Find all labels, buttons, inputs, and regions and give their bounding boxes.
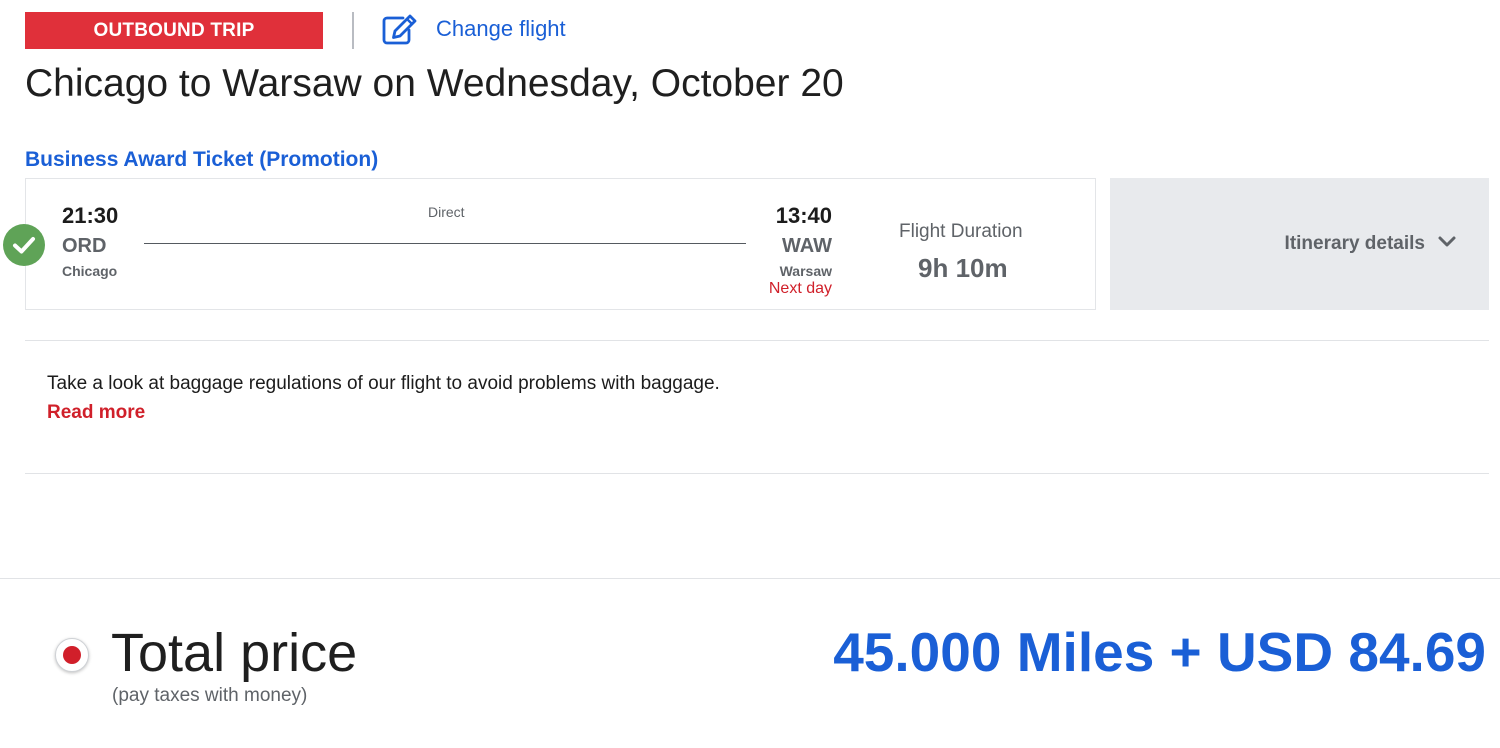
divider [0, 578, 1500, 579]
total-price-amount: 45.000 Miles + USD 84.69 [833, 621, 1486, 683]
edit-icon [381, 13, 419, 45]
itinerary-details-label: Itinerary details [1284, 233, 1425, 254]
check-circle-icon [3, 224, 45, 266]
route-line [144, 243, 746, 244]
itinerary-details-button[interactable]: Itinerary details [1110, 178, 1489, 310]
flight-duration-value: 9h 10m [918, 253, 1008, 283]
arrival-time: 13:40 [775, 203, 832, 228]
baggage-info-text: Take a look at baggage regulations of ou… [47, 373, 720, 394]
read-more-link[interactable]: Read more [47, 402, 145, 424]
next-day-note: Next day [768, 280, 832, 297]
chevron-down-icon [1437, 233, 1457, 255]
flight-card[interactable]: 21:30 ORD Chicago Direct 13:40 WAW Warsa… [25, 178, 1096, 310]
page-title: Chicago to Warsaw on Wednesday, October … [25, 62, 844, 105]
departure-time: 21:30 [62, 203, 119, 228]
departure-airport-code: ORD [62, 235, 107, 257]
total-price-radio[interactable] [55, 638, 89, 672]
arrival-airport-code: WAW [782, 235, 832, 257]
total-price-label: Total price [111, 623, 358, 683]
radio-selected-dot [63, 646, 81, 664]
flight-duration-label: Flight Duration [899, 221, 1023, 242]
arrival-city: Warsaw [779, 263, 832, 279]
header-divider [352, 12, 354, 49]
total-price-sublabel: (pay taxes with money) [112, 685, 308, 706]
change-flight-label: Change flight [436, 16, 566, 41]
stops-label: Direct [428, 204, 465, 220]
departure-city: Chicago [62, 263, 118, 279]
fare-type-label: Business Award Ticket (Promotion) [25, 148, 379, 171]
divider [25, 340, 1489, 341]
outbound-trip-badge: OUTBOUND TRIP [25, 12, 323, 49]
divider [25, 473, 1489, 474]
change-flight-link[interactable]: Change flight [381, 12, 566, 46]
